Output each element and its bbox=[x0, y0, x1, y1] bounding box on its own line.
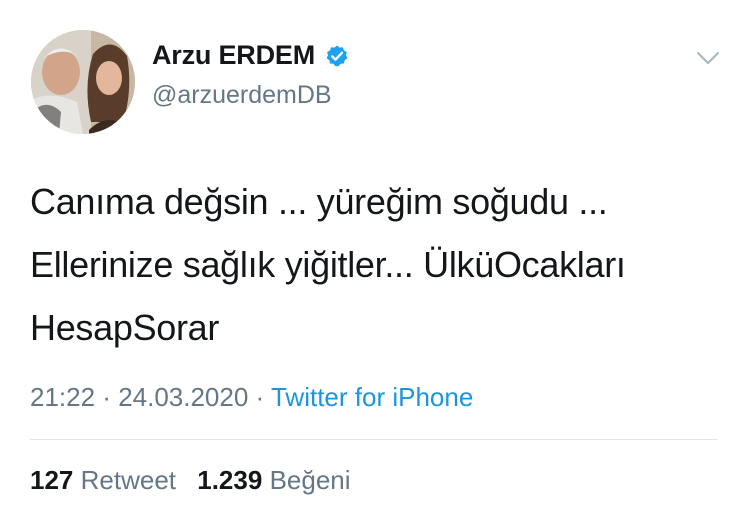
divider bbox=[30, 439, 718, 440]
retweets-count: 127 bbox=[30, 465, 74, 495]
display-name[interactable]: Arzu ERDEM bbox=[152, 40, 315, 71]
likes-stat[interactable]: 1.239 Beğeni bbox=[197, 465, 350, 496]
meta-separator: · bbox=[95, 382, 119, 412]
tweet-source-link[interactable]: Twitter for iPhone bbox=[271, 382, 473, 412]
tweet-meta: 21:22 · 24.03.2020 · Twitter for iPhone bbox=[30, 382, 473, 413]
retweets-stat[interactable]: 127 Retweet bbox=[30, 465, 176, 496]
tweet-card: Arzu ERDEM @arzuerdemDB Canıma değsin ..… bbox=[0, 0, 737, 519]
user-handle[interactable]: @arzuerdemDB bbox=[152, 81, 332, 110]
likes-count: 1.239 bbox=[197, 465, 263, 495]
chevron-down-icon[interactable] bbox=[694, 44, 722, 72]
tweet-stats: 127 Retweet 1.239 Beğeni bbox=[30, 465, 365, 496]
tweet-time[interactable]: 21:22 bbox=[30, 382, 95, 412]
tweet-text: Canıma değsin ... yüreğim soğudu ... Ell… bbox=[30, 181, 626, 348]
avatar[interactable] bbox=[31, 30, 135, 134]
meta-separator: · bbox=[248, 382, 271, 412]
tweet-date[interactable]: 24.03.2020 bbox=[118, 382, 248, 412]
retweets-label: Retweet bbox=[80, 465, 177, 495]
likes-label: Beğeni bbox=[269, 465, 351, 495]
verified-badge-icon bbox=[325, 44, 349, 68]
name-row: Arzu ERDEM bbox=[152, 40, 349, 71]
